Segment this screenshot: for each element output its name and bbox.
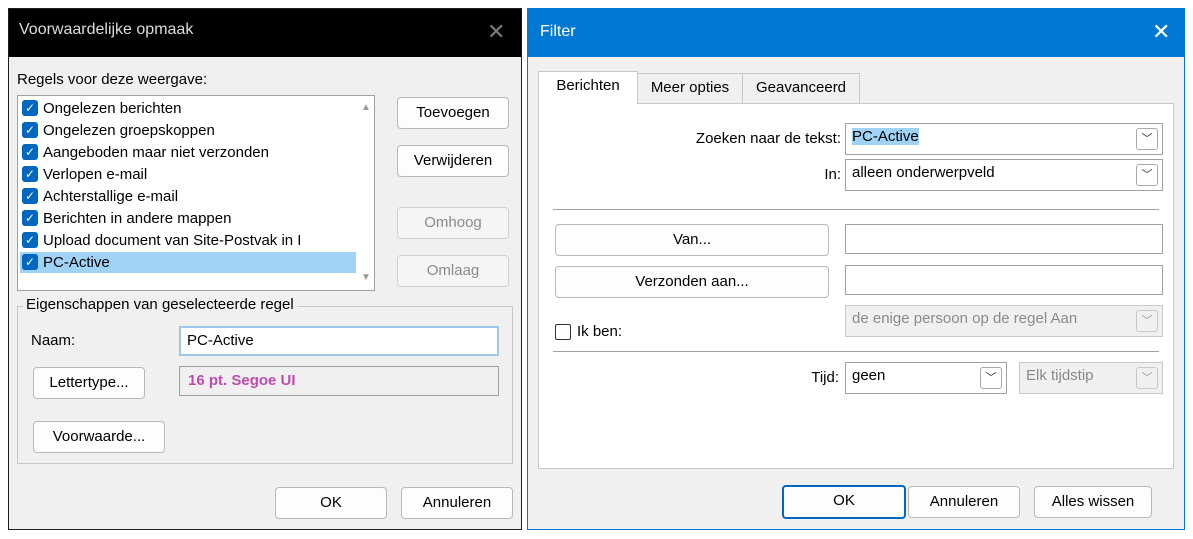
sent-to-button[interactable]: Verzonden aan... xyxy=(555,266,829,298)
rule-label: Ongelezen groepskoppen xyxy=(43,122,215,139)
rule-item[interactable]: ✓ Berichten in andere mappen xyxy=(20,208,356,229)
tab-panel: Zoeken naar de tekst: PC-Active ﹀ In: al… xyxy=(538,103,1174,469)
rule-item[interactable]: ✓ Verlopen e-mail xyxy=(20,164,356,185)
separator xyxy=(553,209,1159,210)
check-icon[interactable]: ✓ xyxy=(22,232,38,248)
font-button[interactable]: Lettertype... xyxy=(33,367,145,399)
rule-label: Berichten in andere mappen xyxy=(43,210,232,227)
rule-label: Achterstallige e-mail xyxy=(43,188,179,205)
check-icon[interactable]: ✓ xyxy=(22,166,38,182)
dialog-title: Voorwaardelijke opmaak xyxy=(19,21,194,38)
rule-label: Verlopen e-mail xyxy=(43,166,148,183)
rules-list[interactable]: ✓ Ongelezen berichten ✓ Ongelezen groeps… xyxy=(17,95,375,291)
check-icon[interactable]: ✓ xyxy=(22,144,38,160)
check-icon[interactable]: ✓ xyxy=(22,122,38,138)
ok-button[interactable]: OK xyxy=(782,485,906,519)
check-icon[interactable]: ✓ xyxy=(22,210,38,226)
scroll-down-icon[interactable]: ▼ xyxy=(360,272,372,284)
font-preview-text: 16 pt. Segoe UI xyxy=(188,372,296,389)
rule-label: Upload document van Site-Postvak in I xyxy=(43,232,302,249)
search-value: PC-Active xyxy=(852,128,919,145)
in-select[interactable]: alleen onderwerpveld ﹀ xyxy=(845,159,1163,191)
time-select[interactable]: geen ﹀ xyxy=(845,362,1007,394)
check-icon[interactable]: ✓ xyxy=(22,254,38,270)
time-label: Tijd: xyxy=(811,369,839,386)
properties-group-label: Eigenschappen van geselecteerde regel xyxy=(23,296,297,313)
title-bar xyxy=(528,9,1184,57)
move-up-button[interactable]: Omhoog xyxy=(397,207,509,239)
cancel-button[interactable]: Annuleren xyxy=(401,487,513,519)
rule-item[interactable]: ✓ Aangeboden maar niet verzonden xyxy=(20,142,356,163)
in-label: In: xyxy=(824,166,841,183)
i-am-checkbox[interactable] xyxy=(555,324,571,340)
in-value: alleen onderwerpveld xyxy=(852,164,995,181)
rule-item[interactable]: ✓ Upload document van Site-Postvak in I xyxy=(20,230,356,251)
check-icon[interactable]: ✓ xyxy=(22,100,38,116)
name-label: Naam: xyxy=(31,332,76,349)
chevron-down-icon[interactable]: ﹀ xyxy=(980,367,1002,389)
cancel-button[interactable]: Annuleren xyxy=(908,486,1020,518)
move-down-button[interactable]: Omlaag xyxy=(397,255,509,287)
rule-item[interactable]: ✓ Ongelezen berichten xyxy=(20,98,356,119)
sent-to-input[interactable] xyxy=(845,265,1163,295)
filter-dialog: Filter ✕ Berichten Meer opties Geavancee… xyxy=(527,8,1185,530)
separator xyxy=(553,351,1159,352)
search-combo[interactable]: PC-Active ﹀ xyxy=(845,123,1163,155)
rules-label: Regels voor deze weergave: xyxy=(17,71,208,88)
remove-button[interactable]: Verwijderen xyxy=(397,145,509,177)
scroll-up-icon[interactable]: ▲ xyxy=(360,102,372,114)
condition-button[interactable]: Voorwaarde... xyxy=(33,421,165,453)
from-button[interactable]: Van... xyxy=(555,224,829,256)
ok-button[interactable]: OK xyxy=(275,487,387,519)
time-range-select[interactable]: Elk tijdstip ﹀ xyxy=(1019,362,1163,394)
from-input[interactable] xyxy=(845,224,1163,254)
add-button[interactable]: Toevoegen xyxy=(397,97,509,129)
rule-label: Aangeboden maar niet verzonden xyxy=(43,144,269,161)
rule-item-selected[interactable]: ✓ PC-Active xyxy=(20,252,356,273)
chevron-down-icon[interactable]: ﹀ xyxy=(1136,367,1158,389)
rule-item[interactable]: ✓ Achterstallige e-mail xyxy=(20,186,356,207)
name-input[interactable]: PC-Active xyxy=(179,326,499,356)
check-icon[interactable]: ✓ xyxy=(22,188,38,204)
search-label: Zoeken naar de tekst: xyxy=(695,130,841,147)
tab-geavanceerd[interactable]: Geavanceerd xyxy=(742,73,860,103)
chevron-down-icon[interactable]: ﹀ xyxy=(1136,164,1158,186)
clear-all-button[interactable]: Alles wissen xyxy=(1034,486,1152,518)
time-value: geen xyxy=(852,367,886,384)
rule-label: PC-Active xyxy=(43,254,110,271)
rule-item[interactable]: ✓ Ongelezen groepskoppen xyxy=(20,120,356,141)
time-range-value: Elk tijdstip xyxy=(1026,367,1094,384)
i-am-label: Ik ben: xyxy=(577,323,623,340)
i-am-select[interactable]: de enige persoon op de regel Aan ﹀ xyxy=(845,305,1163,337)
close-icon[interactable]: ✕ xyxy=(487,21,505,43)
chevron-down-icon[interactable]: ﹀ xyxy=(1136,310,1158,332)
dialog-title: Filter xyxy=(540,23,576,40)
name-input-value: PC-Active xyxy=(187,332,254,349)
tab-meer-opties[interactable]: Meer opties xyxy=(636,73,744,103)
i-am-value: de enige persoon op de regel Aan xyxy=(852,310,1078,327)
tab-berichten[interactable]: Berichten xyxy=(538,71,638,104)
conditional-formatting-dialog: Voorwaardelijke opmaak ✕ Regels voor dez… xyxy=(8,8,522,530)
chevron-down-icon[interactable]: ﹀ xyxy=(1136,128,1158,150)
font-preview: 16 pt. Segoe UI xyxy=(179,366,499,396)
rule-label: Ongelezen berichten xyxy=(43,100,182,117)
close-icon[interactable]: ✕ xyxy=(1152,21,1170,43)
